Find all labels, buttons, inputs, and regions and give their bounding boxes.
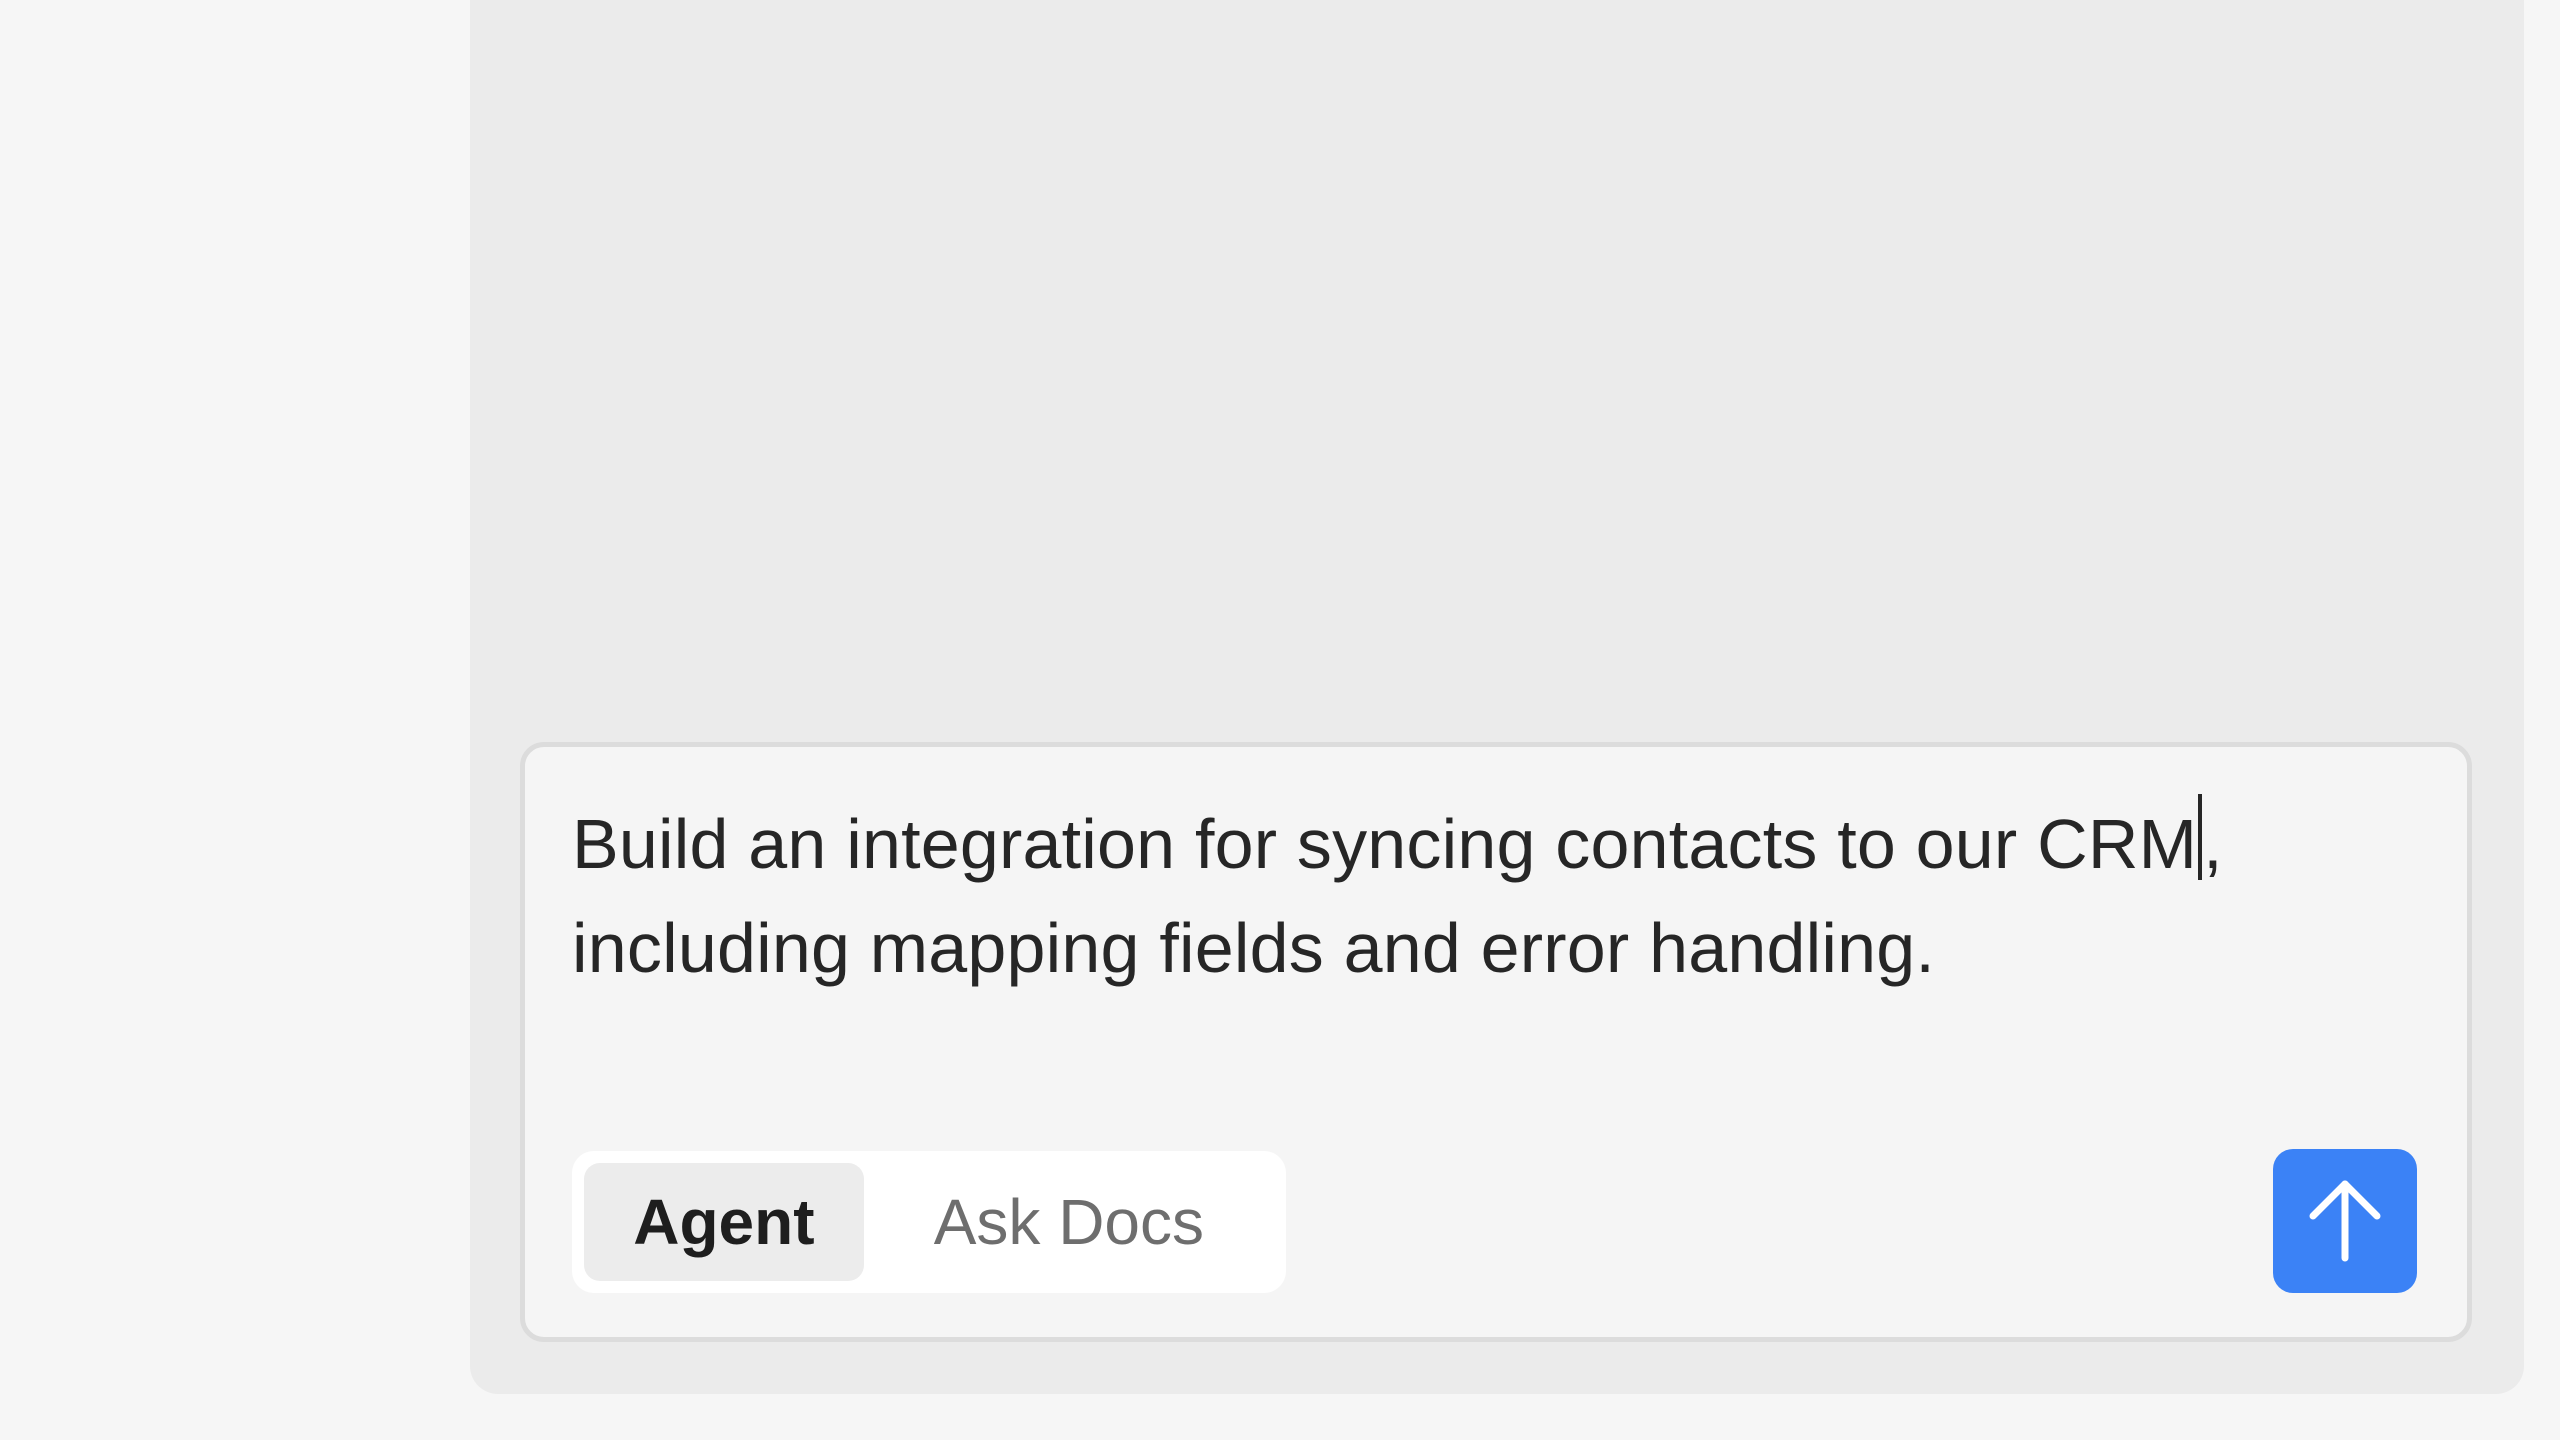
arrow-up-icon (2309, 1180, 2381, 1262)
prompt-text-before-caret: Build an integration for syncing contact… (572, 805, 2198, 883)
prompt-input[interactable]: Build an integration for syncing contact… (572, 792, 2452, 1000)
ask-docs-mode-tab[interactable]: Ask Docs (864, 1163, 1274, 1281)
send-button[interactable] (2273, 1149, 2417, 1293)
mode-toggle: Agent Ask Docs (572, 1151, 1286, 1293)
agent-mode-tab[interactable]: Agent (584, 1163, 864, 1281)
message-composer[interactable]: Build an integration for syncing contact… (520, 742, 2472, 1342)
app-window: Build an integration for syncing contact… (0, 0, 2560, 1440)
text-caret (2198, 794, 2203, 880)
chat-panel: Build an integration for syncing contact… (470, 0, 2524, 1394)
